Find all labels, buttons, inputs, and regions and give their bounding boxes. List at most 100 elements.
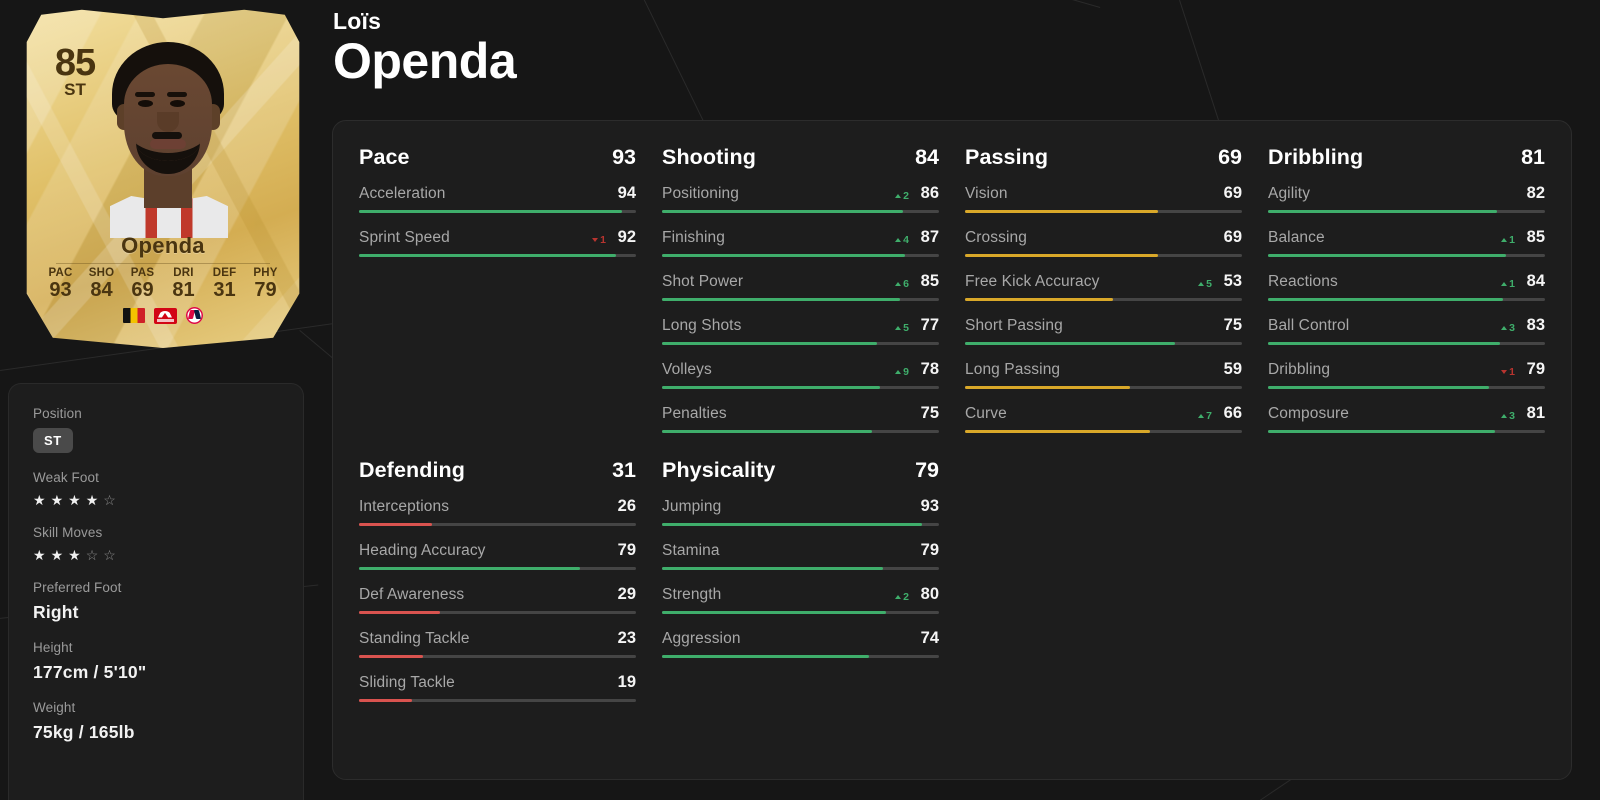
stat-progress-fill [662, 567, 884, 570]
stat-name: Long Passing [965, 361, 1061, 378]
weak-foot-label: Weak Foot [33, 470, 99, 485]
stat-progress-fill [965, 254, 1159, 257]
stat-delta-up-icon: 4 [895, 234, 909, 246]
stat-value-group: 79 [915, 541, 939, 560]
stat-progress-fill [1268, 342, 1501, 345]
stat-row: Aggression 74 [662, 629, 939, 658]
card-stat-def: DEF 31 [205, 267, 244, 301]
stat-label-row: Sliding Tackle 19 [359, 673, 636, 692]
stat-label-row: Strength 2 80 [662, 585, 939, 604]
sidebar-field-position: Position ST [33, 406, 279, 453]
stat-value: 69 [1223, 184, 1242, 202]
triangle-up-icon [895, 194, 902, 198]
stat-progress-track [662, 298, 939, 301]
group-header: Dribbling 81 [1268, 145, 1545, 170]
eyebrow-left [135, 92, 155, 97]
stat-progress-track [359, 611, 636, 614]
stat-progress-track [359, 210, 636, 213]
stat-delta-value: 3 [1509, 322, 1515, 334]
stat-progress-fill [662, 523, 923, 526]
attribute-groups-row-top: Pace 93 Acceleration 94 Sprint Speed 1 92 Shoot… [359, 145, 1545, 448]
stat-label-row: Positioning 2 86 [662, 184, 939, 203]
nation-flag-icon[interactable] [123, 308, 145, 323]
skill-moves-stars: ★ ★ ★ ☆ ☆ [33, 547, 279, 563]
triangle-up-icon [895, 326, 902, 330]
stat-value: 79 [1526, 360, 1545, 378]
stat-label-row: Free Kick Accuracy 5 53 [965, 272, 1242, 291]
skill-moves-star-4-empty: ☆ [85, 547, 99, 563]
weak-foot-stars: ★ ★ ★ ★ ☆ [33, 492, 279, 508]
stat-progress-fill [1268, 254, 1506, 257]
stat-value: 66 [1223, 404, 1242, 422]
league-logo-icon[interactable] [154, 307, 177, 324]
position-chip[interactable]: ST [33, 428, 73, 453]
triangle-up-icon [1501, 238, 1508, 242]
triangle-up-icon [895, 238, 902, 242]
stat-delta-up-icon: 5 [895, 322, 909, 334]
stat-label-row: Acceleration 94 [359, 184, 636, 203]
stat-value-group: 1 92 [592, 228, 636, 247]
stat-name: Positioning [662, 185, 739, 202]
triangle-up-icon [895, 595, 902, 599]
card-badges [32, 307, 294, 324]
card-stat-label: PAS [130, 267, 155, 279]
group-value: 84 [915, 145, 939, 169]
stat-value-group: 75 [915, 404, 939, 423]
stat-progress-track [662, 210, 939, 213]
stat-delta-up-icon: 7 [1198, 410, 1212, 422]
stat-row: Vision 69 [965, 184, 1242, 213]
attribute-group-shooting: Shooting 84 Positioning 2 86 Finishing 4 87 Shot… [662, 145, 939, 448]
card-stat-phy: PHY 79 [246, 267, 285, 301]
stat-value-group: 19 [612, 673, 636, 692]
player-card[interactable]: 85 ST Openda PAC 93 SHO 84 PAS 69 DRI 81… [18, 8, 308, 348]
stat-value: 87 [920, 228, 939, 246]
stat-row: Penalties 75 [662, 404, 939, 433]
card-stat-label: SHO [88, 267, 115, 279]
stat-value: 19 [617, 673, 636, 691]
stat-value: 77 [920, 316, 939, 334]
card-stat-value: 81 [172, 279, 195, 301]
stat-progress-track [662, 655, 939, 658]
stat-label-row: Shot Power 6 85 [662, 272, 939, 291]
stat-progress-track [1268, 298, 1545, 301]
skill-moves-star-1-filled: ★ [33, 547, 46, 563]
club-crest-icon[interactable] [186, 307, 203, 324]
triangle-up-icon [1501, 282, 1508, 286]
weak-foot-star-5-empty: ☆ [103, 492, 116, 508]
stat-progress-fill [965, 210, 1159, 213]
player-portrait [86, 38, 251, 238]
stat-label-row: Balance 1 85 [1268, 228, 1545, 247]
stat-progress-fill [662, 298, 900, 301]
stat-name: Dribbling [1268, 361, 1331, 378]
sidebar-field-skill-moves: Skill Moves ★ ★ ★ ☆ ☆ [33, 525, 279, 563]
stat-row: Standing Tackle 23 [359, 629, 636, 658]
stat-name: Volleys [662, 361, 712, 378]
stat-label-row: Interceptions 26 [359, 497, 636, 516]
stat-progress-track [662, 254, 939, 257]
stat-progress-fill [359, 254, 617, 257]
stat-progress-fill [1268, 298, 1504, 301]
card-stat-pac: PAC 93 [41, 267, 80, 301]
stat-progress-fill [965, 342, 1175, 345]
stat-value: 75 [1223, 316, 1242, 334]
attribute-groups-row-bottom: Defending 31 Interceptions 26 Heading Accura… [359, 458, 1545, 717]
sidebar-field-weak-foot: Weak Foot ★ ★ ★ ★ ☆ [33, 470, 279, 508]
stat-value-group: 7 66 [1198, 404, 1242, 423]
group-name: Physicality [662, 458, 776, 482]
stat-progress-fill [1268, 386, 1490, 389]
triangle-up-icon [895, 282, 902, 286]
stat-delta-up-icon: 9 [895, 366, 909, 378]
attribute-group-dribbling: Dribbling 81 Agility 82 Balance 1 85 Reactions 1… [1268, 145, 1545, 448]
height-value: 177cm / 5'10" [33, 662, 147, 682]
stat-value-group: 74 [915, 629, 939, 648]
stat-progress-track [662, 430, 939, 433]
stat-row: Free Kick Accuracy 5 53 [965, 272, 1242, 301]
card-rating-block: 85 ST [44, 44, 106, 100]
stat-value-group: 5 77 [895, 316, 939, 335]
stat-row: Composure 3 81 [1268, 404, 1545, 433]
stat-value: 82 [1526, 184, 1545, 202]
stat-progress-fill [662, 430, 872, 433]
card-stat-row: PAC 93 SHO 84 PAS 69 DRI 81 DEF 31 PHY 79 [32, 267, 294, 301]
group-name: Defending [359, 458, 466, 482]
stat-name: Composure [1268, 405, 1350, 422]
